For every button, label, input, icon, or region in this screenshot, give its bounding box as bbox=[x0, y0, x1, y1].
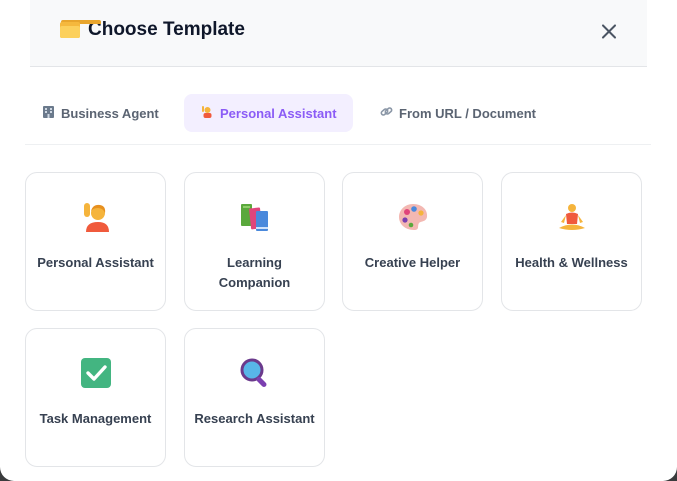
tab-business-agent[interactable]: Business Agent bbox=[25, 94, 175, 132]
template-label: Learning Companion bbox=[218, 255, 291, 290]
template-card-personal-assistant[interactable]: Personal Assistant bbox=[25, 172, 166, 311]
raising-hand-person-icon bbox=[26, 201, 165, 233]
template-card-research-assistant[interactable]: Research Assistant bbox=[184, 328, 325, 467]
template-label: Research Assistant bbox=[194, 411, 315, 426]
raising-hand-icon bbox=[200, 105, 214, 121]
dialog-title: Choose Template bbox=[60, 19, 245, 41]
tab-label: From URL / Document bbox=[399, 105, 536, 121]
artist-palette-icon bbox=[343, 201, 482, 233]
close-icon[interactable] bbox=[599, 21, 619, 41]
template-card-health-wellness[interactable]: Health & Wellness bbox=[501, 172, 642, 311]
template-label: Health & Wellness bbox=[515, 255, 628, 270]
dialog-header: Choose Template bbox=[30, 0, 647, 67]
template-label: Creative Helper bbox=[364, 255, 461, 270]
books-icon bbox=[185, 201, 324, 233]
template-card-creative-helper[interactable]: Creative Helper bbox=[342, 172, 483, 311]
tab-label: Business Agent bbox=[61, 105, 159, 121]
check-mark-box-icon bbox=[26, 357, 165, 389]
meditation-person-icon bbox=[502, 201, 641, 233]
template-label: Personal Assistant bbox=[37, 255, 154, 270]
tab-from-url-document[interactable]: From URL / Document bbox=[363, 94, 552, 132]
folder-icon bbox=[60, 20, 101, 38]
dialog-title-text: Choose Template bbox=[88, 19, 245, 40]
tab-label: Personal Assistant bbox=[220, 105, 337, 121]
choose-template-dialog: Choose Template Business Agent Personal … bbox=[0, 0, 677, 481]
template-card-learning-companion[interactable]: Learning Companion bbox=[184, 172, 325, 311]
link-icon bbox=[379, 105, 393, 121]
tab-personal-assistant[interactable]: Personal Assistant bbox=[184, 94, 353, 132]
office-building-icon bbox=[41, 105, 55, 121]
magnifying-glass-icon bbox=[185, 357, 324, 389]
template-source-tabs: Business Agent Personal Assistant From U… bbox=[25, 94, 651, 145]
template-label: Task Management bbox=[39, 411, 152, 426]
template-card-task-management[interactable]: Task Management bbox=[25, 328, 166, 467]
